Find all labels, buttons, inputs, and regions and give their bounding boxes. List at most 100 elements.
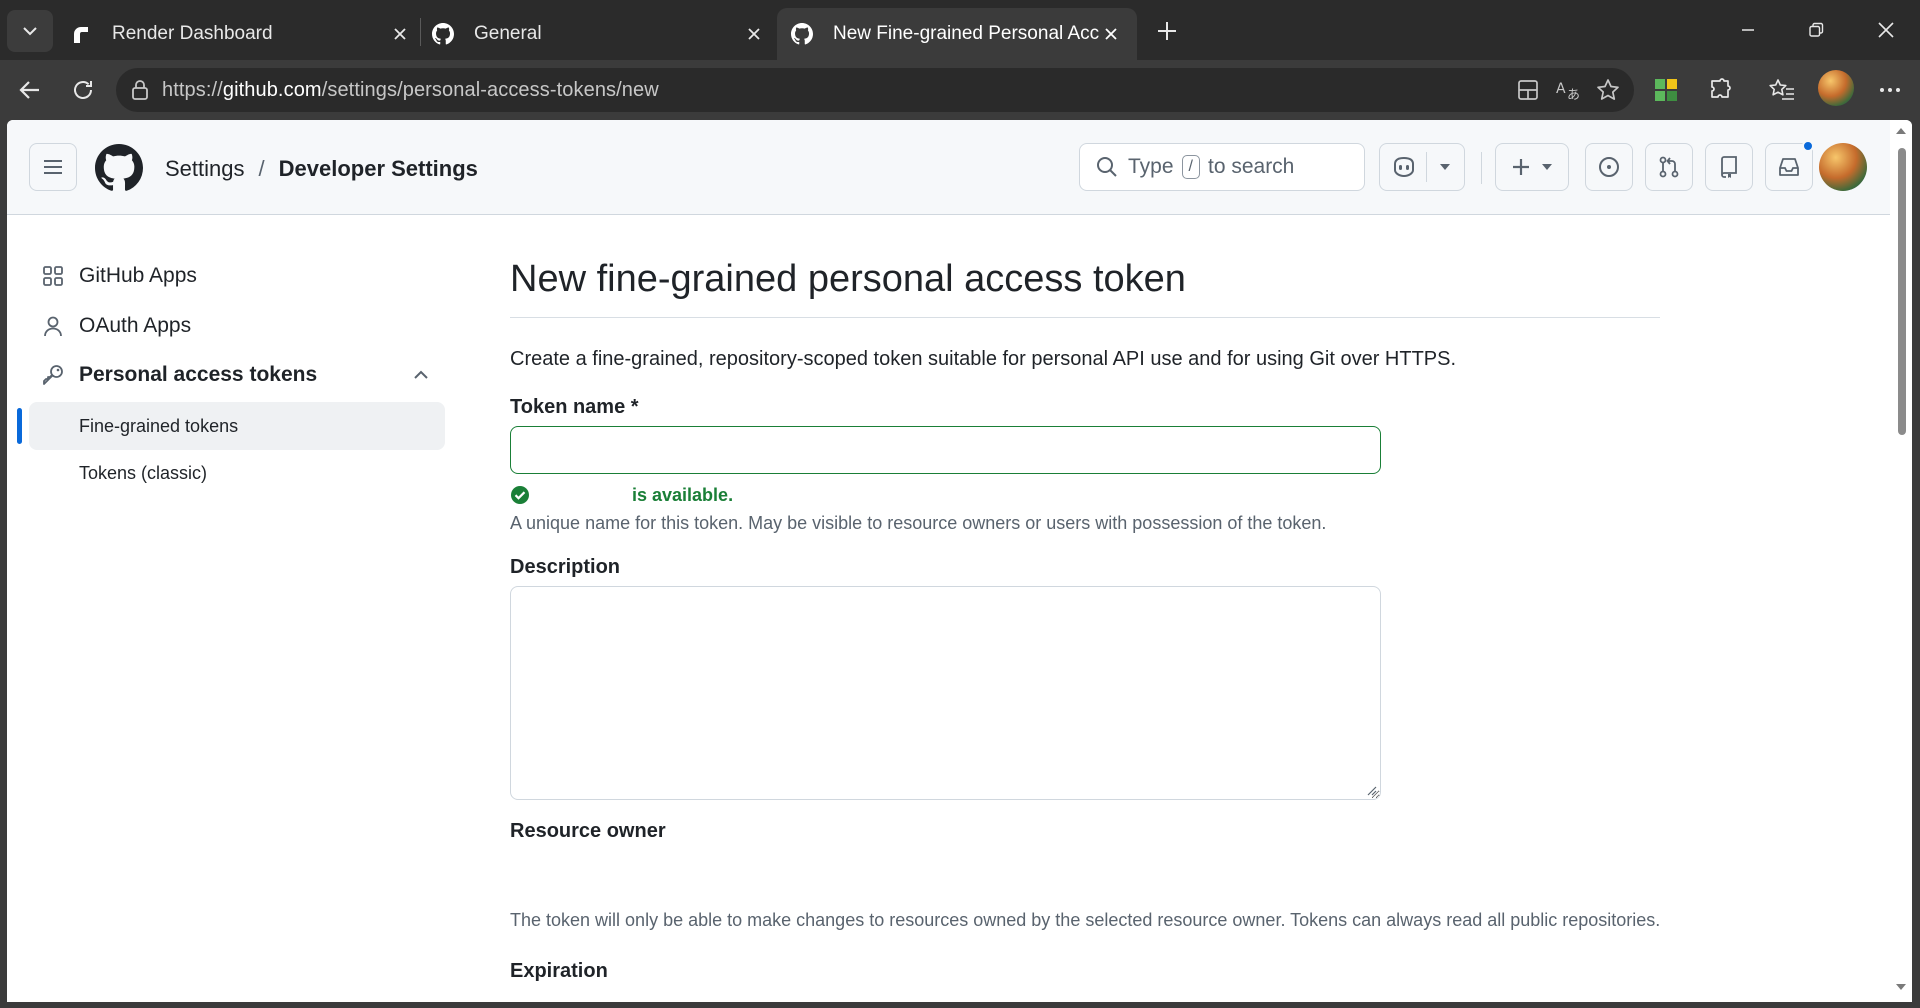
sidebar-subitem-label: Fine-grained tokens (79, 415, 239, 436)
resource-owner-label: Resource owner (510, 820, 666, 842)
url-host: github.com (222, 79, 322, 101)
search-shortcut-key: / (1181, 155, 1200, 179)
hamburger-icon (44, 160, 62, 174)
search-placeholder-type: Type (1128, 155, 1174, 178)
person-icon (41, 314, 65, 338)
key-icon (41, 363, 65, 387)
plus-icon (1158, 22, 1176, 40)
sidebar-item-github-apps[interactable]: GitHub Apps (29, 252, 445, 300)
page-title: New fine-grained personal access token (510, 258, 1186, 300)
breadcrumb: Settings / Developer Settings (165, 156, 478, 182)
token-name-label: Token name * (510, 396, 639, 418)
render-icon (74, 27, 88, 43)
triangle-down-icon (1542, 164, 1552, 170)
breadcrumb-separator: / (258, 156, 265, 181)
chevron-up-icon[interactable] (411, 365, 431, 385)
address-url: https://github.com/settings/personal-acc… (162, 79, 659, 102)
svg-text:あ: あ (1567, 88, 1580, 102)
address-bar[interactable]: https://github.com/settings/personal-acc… (116, 68, 1634, 112)
browser-menu-button[interactable] (1872, 72, 1908, 108)
translate-icon: Aあ (1556, 81, 1580, 102)
extensions-button[interactable] (1702, 72, 1738, 108)
issues-button[interactable] (1585, 143, 1633, 191)
git-pull-request-icon (1659, 156, 1679, 178)
minimize-icon (1742, 29, 1754, 31)
repo-icon (1721, 156, 1737, 178)
page-viewport: Settings / Developer Settings Type / to sear… (7, 120, 1912, 1002)
scroll-up-arrow-icon[interactable] (1895, 126, 1907, 136)
tab-title: General (474, 23, 542, 44)
token-name-input[interactable] (510, 426, 1381, 474)
close-window-button[interactable] (1866, 12, 1906, 48)
sidebar-item-oauth-apps[interactable]: OAuth Apps (29, 302, 445, 350)
close-icon (394, 28, 406, 40)
resize-handle-icon[interactable] (1365, 784, 1377, 796)
availability-text: is available. (632, 484, 734, 505)
breadcrumb-settings-link[interactable]: Settings (165, 156, 245, 181)
close-icon (1105, 28, 1117, 40)
app-available-button[interactable] (1514, 76, 1542, 104)
open-global-navigation-button[interactable] (29, 143, 77, 191)
favorites-list-icon (1769, 79, 1794, 100)
browser-tab-general[interactable]: General (432, 8, 766, 60)
search-icon (1097, 157, 1117, 177)
reload-icon (74, 81, 92, 99)
user-avatar[interactable] (1819, 143, 1867, 191)
close-tab-button[interactable] (1099, 22, 1123, 46)
translate-button[interactable]: Aあ (1554, 76, 1582, 104)
restore-window-button[interactable] (1796, 12, 1836, 48)
tab-actions-menu-button[interactable] (7, 10, 53, 52)
more-horizontal-icon (1880, 88, 1900, 92)
extension-button[interactable] (1648, 72, 1684, 108)
github-header: Settings / Developer Settings Type / to sear… (7, 120, 1890, 215)
star-icon (1597, 79, 1619, 100)
github-logo-icon[interactable] (95, 144, 143, 192)
token-name-availability: is available. (510, 483, 733, 507)
puzzle-icon (1711, 78, 1731, 98)
issue-opened-icon (1599, 157, 1619, 177)
tab-title: New Fine-grained Personal Access (833, 23, 1099, 44)
app-install-icon (1518, 80, 1538, 100)
copilot-button[interactable] (1379, 143, 1465, 191)
reload-button[interactable] (65, 72, 101, 108)
browser-profile-avatar[interactable] (1818, 70, 1854, 106)
pull-requests-button[interactable] (1645, 143, 1693, 191)
github-icon (432, 23, 454, 45)
url-path: /settings/personal-access-tokens/new (321, 79, 659, 101)
close-tab-button[interactable] (388, 22, 412, 46)
close-icon (748, 28, 760, 40)
sidebar-item-personal-access-tokens[interactable]: Personal access tokens (29, 351, 445, 399)
create-new-button[interactable] (1495, 143, 1569, 191)
sidebar-subitem-fine-grained-tokens[interactable]: Fine-grained tokens (29, 402, 445, 450)
page-scrollbar[interactable] (1890, 120, 1912, 1002)
back-button[interactable] (12, 72, 48, 108)
sidebar-item-label: OAuth Apps (79, 314, 192, 337)
description-textarea[interactable] (510, 586, 1381, 800)
apps-grid-icon (41, 264, 65, 288)
browser-tab-new-token[interactable]: New Fine-grained Personal Access (777, 8, 1137, 60)
svg-text:A: A (1556, 81, 1566, 97)
browser-tab-bar: Render Dashboard General New Fine-graine… (0, 0, 1920, 60)
browser-tab-render-dashboard[interactable]: Render Dashboard (70, 8, 412, 60)
scrollbar-thumb[interactable] (1898, 148, 1906, 435)
check-circle-fill-icon (511, 486, 529, 504)
github-icon (791, 23, 813, 45)
sidebar-item-label: GitHub Apps (79, 264, 197, 287)
search-button[interactable]: Type / to search (1079, 143, 1365, 191)
new-tab-button[interactable] (1150, 14, 1184, 48)
plus-icon (1513, 159, 1529, 175)
triangle-down-icon[interactable] (1438, 162, 1452, 172)
inbox-icon (1779, 158, 1799, 176)
sidebar-subitem-tokens-classic[interactable]: Tokens (classic) (29, 449, 445, 497)
favorite-button[interactable] (1594, 76, 1622, 104)
breadcrumb-developer-settings-link[interactable]: Developer Settings (279, 156, 478, 181)
description-label: Description (510, 556, 621, 578)
browser-toolbar: https://github.com/settings/personal-acc… (0, 60, 1920, 120)
unread-notification-indicator (1802, 140, 1814, 152)
close-tab-button[interactable] (742, 22, 766, 46)
scroll-down-arrow-icon[interactable] (1895, 982, 1907, 992)
favorites-button[interactable] (1764, 72, 1800, 108)
token-name-note: A unique name for this token. May be vis… (510, 513, 1327, 533)
minimize-window-button[interactable] (1728, 12, 1768, 48)
repositories-button[interactable] (1705, 143, 1753, 191)
